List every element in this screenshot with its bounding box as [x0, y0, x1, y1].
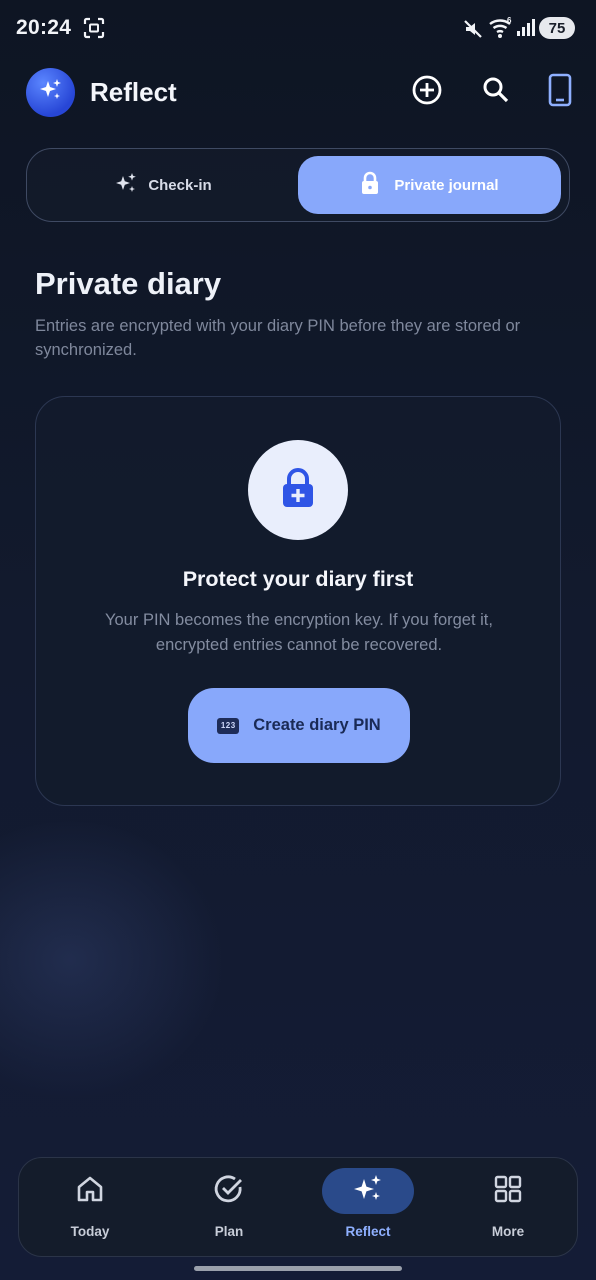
- phone-icon: [547, 73, 573, 112]
- tab-check-in-label: Check-in: [148, 176, 212, 194]
- bottom-navigation: Today Plan Reflect More: [18, 1157, 578, 1257]
- nav-label-plan: Plan: [214, 1224, 244, 1239]
- page-subtitle: Entries are encrypted with your diary PI…: [35, 317, 521, 359]
- tab-check-in[interactable]: Check-in: [33, 156, 293, 214]
- lock-plus-icon: [280, 467, 316, 514]
- signal-icon: [516, 18, 536, 43]
- lock-illustration: [248, 440, 348, 540]
- nav-item-plan[interactable]: Plan: [179, 1168, 279, 1248]
- wifi-icon: 6: [488, 16, 514, 45]
- journal-mode-segmented-control: Check-in Private journal: [26, 148, 570, 222]
- setup-pin-card: Protect your diary first Your PIN become…: [35, 396, 561, 806]
- pin-icon: 123: [217, 717, 240, 734]
- sparkles-icon: [352, 1173, 384, 1210]
- svg-text:6: 6: [507, 16, 512, 25]
- search-button[interactable]: [474, 70, 518, 114]
- tab-private-journal[interactable]: Private journal: [298, 156, 561, 214]
- page-title: Private diary: [35, 266, 222, 301]
- sparkles-icon: [38, 77, 64, 108]
- status-time: 20:24: [16, 16, 72, 39]
- home-indicator[interactable]: [194, 1266, 402, 1271]
- nav-item-more[interactable]: More: [458, 1168, 558, 1248]
- status-bar: 20:24 6 75: [0, 0, 596, 58]
- grid-icon: [493, 1174, 523, 1209]
- card-description: Your PIN becomes the encryption key. If …: [105, 611, 493, 654]
- sparkles-icon: [114, 171, 138, 199]
- create-diary-pin-label: Create diary PIN: [253, 716, 381, 734]
- card-title: Protect your diary first: [182, 567, 414, 591]
- device-button[interactable]: [538, 70, 582, 114]
- nav-item-reflect[interactable]: Reflect: [318, 1168, 418, 1248]
- mute-icon: [462, 18, 484, 45]
- tab-private-journal-label: Private journal: [394, 176, 499, 194]
- add-circle-icon: [411, 74, 443, 111]
- nav-label-more: More: [491, 1224, 525, 1239]
- check-circle-icon: [213, 1173, 245, 1210]
- create-diary-pin-button[interactable]: 123 Create diary PIN: [188, 688, 410, 763]
- nav-label-today: Today: [70, 1224, 110, 1239]
- add-button[interactable]: [405, 70, 449, 114]
- app-logo: [26, 68, 75, 117]
- lock-icon: [360, 171, 380, 199]
- home-icon: [75, 1174, 105, 1209]
- app-title: Reflect: [90, 77, 177, 107]
- nav-item-today[interactable]: Today: [40, 1168, 140, 1248]
- nav-label-reflect: Reflect: [345, 1224, 391, 1239]
- search-icon: [481, 75, 511, 110]
- battery-indicator: 75: [539, 17, 575, 39]
- screenshot-icon: [83, 17, 105, 44]
